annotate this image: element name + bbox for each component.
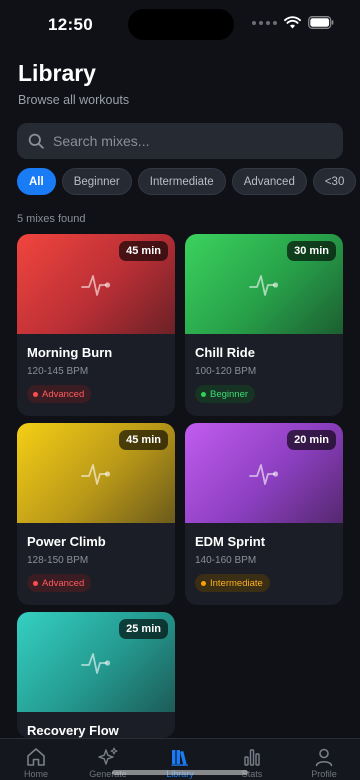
level-label: Intermediate [210,577,263,589]
pulse-icon [249,275,279,296]
level-badge: Intermediate [195,574,270,592]
level-dot-icon [33,391,38,397]
filter-chip-under-30[interactable]: <30 [312,168,357,195]
mix-bpm: 100-120 BPM [195,366,257,377]
mix-artwork: 45 min [17,423,175,523]
mix-artwork: 20 min [185,423,343,523]
battery-icon [308,16,334,29]
filter-chip-beginner[interactable]: Beginner [61,168,132,195]
tab-profile[interactable]: Profile [288,739,360,780]
mix-title: Recovery Flow [27,723,119,738]
filter-chip-intermediate[interactable]: Intermediate [137,168,226,195]
pulse-icon [81,653,111,674]
level-label: Beginner [210,388,249,400]
profile-icon [315,748,333,767]
mix-bpm: 128-150 BPM [27,555,89,566]
level-dot-icon [33,580,38,586]
home-indicator [112,770,248,775]
mix-card-morning-burn[interactable]: 45 min Morning Burn 120-145 BPM Advanced [17,234,175,416]
mix-artwork: 45 min [17,234,175,334]
status-bar: 12:50 [0,0,360,50]
cellular-signal-icon [252,20,277,25]
duration-badge: 30 min [287,241,336,261]
page-title: Library [18,60,96,86]
status-icons [252,16,334,29]
mix-card-power-climb[interactable]: 45 min Power Climb 128-150 BPM Advanced [17,423,175,605]
pulse-icon [81,275,111,296]
mix-card-recovery-flow[interactable]: 25 min Recovery Flow [17,612,175,738]
duration-badge: 25 min [119,619,168,639]
tab-label: Profile [311,769,337,779]
result-count: 5 mixes found [17,213,86,225]
duration-badge: 20 min [287,430,336,450]
duration-badge: 45 min [119,430,168,450]
duration-badge: 45 min [119,241,168,261]
filter-chip-all[interactable]: All [17,168,56,195]
level-dot-icon [201,391,206,397]
sparkles-icon [98,747,118,765]
pulse-icon [249,464,279,485]
level-label: Advanced [42,388,85,400]
home-icon [27,748,45,766]
mix-bpm: 120-145 BPM [27,366,89,377]
wifi-icon [284,16,301,29]
status-time: 12:50 [48,15,93,34]
page-subtitle: Browse all workouts [18,93,130,107]
mix-artwork: 25 min [17,612,175,712]
level-badge: Advanced [27,574,92,592]
level-label: Advanced [42,577,85,589]
level-badge: Beginner [195,385,256,403]
mix-title: Chill Ride [195,345,255,360]
filter-chip-advanced[interactable]: Advanced [231,168,307,195]
search-icon [28,133,44,149]
dynamic-island [128,9,234,40]
search-bar[interactable] [17,123,343,159]
mix-title: Morning Burn [27,345,113,360]
mix-artwork: 30 min [185,234,343,334]
tab-label: Home [23,769,48,779]
mix-card-edm-sprint[interactable]: 20 min EDM Sprint 140-160 BPM Intermedia… [185,423,343,605]
filter-chips: All Beginner Intermediate Advanced <30 [17,168,360,195]
mix-card-chill-ride[interactable]: 30 min Chill Ride 100-120 BPM Beginner [185,234,343,416]
level-dot-icon [201,580,206,586]
mix-bpm: 140-160 BPM [195,555,257,566]
search-input[interactable] [53,133,313,149]
stats-icon [244,749,260,766]
library-icon [171,750,188,766]
pulse-icon [81,464,111,485]
level-badge: Advanced [27,385,92,403]
mix-title: Power Climb [27,534,106,549]
mix-title: EDM Sprint [195,534,266,549]
tab-home[interactable]: Home [0,739,72,780]
